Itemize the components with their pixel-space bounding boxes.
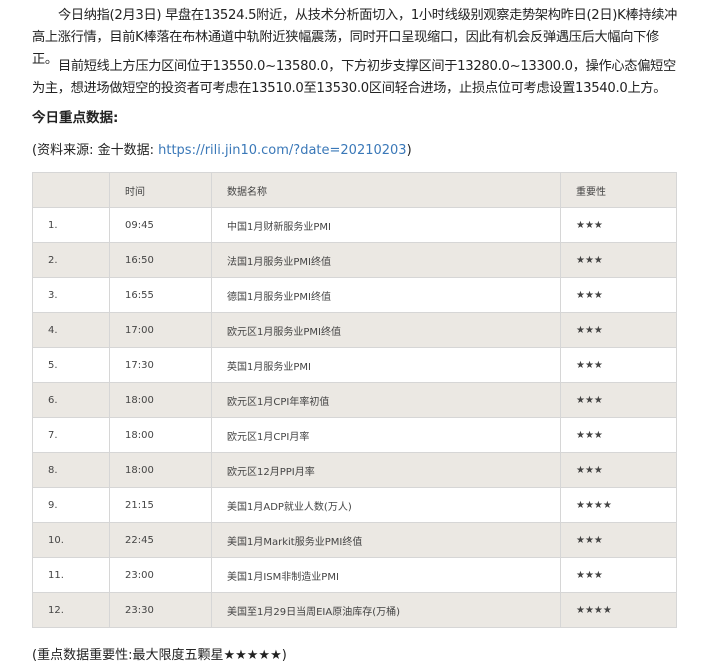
row-time: 16:50 (109, 242, 212, 278)
row-data-name: 德国1月服务业PMI终值 (211, 277, 561, 313)
source-prefix: (资料来源: 金十数据: (32, 143, 159, 158)
table-header-row: 时间 数据名称 重要性 (32, 172, 677, 208)
row-data-name: 欧元区1月CPI年率初值 (211, 382, 561, 418)
source-suffix: ) (406, 143, 412, 158)
table-row: 4. 17:00 欧元区1月服务业PMI终值 ★★★ (32, 312, 677, 348)
row-time: 18:00 (109, 417, 212, 453)
row-importance: ★★★ (560, 242, 677, 278)
row-importance: ★★★ (560, 347, 677, 383)
row-time: 21:15 (109, 487, 212, 523)
row-importance: ★★★★ (560, 592, 677, 628)
table-row: 1. 09:45 中国1月财新服务业PMI ★★★ (32, 207, 677, 243)
source-link[interactable]: https://rili.jin10.com/?date=20210203 (158, 143, 406, 158)
row-time: 17:00 (109, 312, 212, 348)
source-line: (资料来源: 金十数据: https://rili.jin10.com/?dat… (32, 139, 412, 158)
row-data-name: 美国至1月29日当周EIA原油库存(万桶) (211, 592, 561, 628)
row-time: 22:45 (109, 522, 212, 558)
header-data-name: 数据名称 (211, 172, 561, 208)
row-index: 8. (32, 452, 110, 488)
row-importance: ★★★ (560, 557, 677, 593)
row-data-name: 欧元区12月PPI月率 (211, 452, 561, 488)
table-row: 12. 23:30 美国至1月29日当周EIA原油库存(万桶) ★★★★ (32, 592, 677, 628)
article-page: 今日纳指(2月3日) 早盘在13524.5附近，从技术分析面切入，1小时线级别观… (0, 0, 719, 671)
row-index: 2. (32, 242, 110, 278)
row-importance: ★★★ (560, 312, 677, 348)
row-time: 23:00 (109, 557, 212, 593)
row-index: 3. (32, 277, 110, 313)
row-time: 23:30 (109, 592, 212, 628)
row-importance: ★★★ (560, 207, 677, 243)
row-index: 12. (32, 592, 110, 628)
row-data-name: 欧元区1月CPI月率 (211, 417, 561, 453)
row-index: 9. (32, 487, 110, 523)
row-data-name: 美国1月Markit服务业PMI终值 (211, 522, 561, 558)
row-data-name: 美国1月ISM非制造业PMI (211, 557, 561, 593)
row-index: 10. (32, 522, 110, 558)
row-index: 1. (32, 207, 110, 243)
table-row: 5. 17:30 英国1月服务业PMI ★★★ (32, 347, 677, 383)
economic-calendar-table: 时间 数据名称 重要性 1. 09:45 中国1月财新服务业PMI ★★★ 2. 16:5… (32, 172, 677, 628)
analysis-paragraph-2: 目前短线上方压力区间位于13550.0~13580.0，下方初步支撑区间于132… (32, 59, 676, 96)
header-importance: 重要性 (560, 172, 677, 208)
table-row: 7. 18:00 欧元区1月CPI月率 ★★★ (32, 417, 677, 453)
row-data-name: 中国1月财新服务业PMI (211, 207, 561, 243)
table-row: 6. 18:00 欧元区1月CPI年率初值 ★★★ (32, 382, 677, 418)
table-row: 9. 21:15 美国1月ADP就业人数(万人) ★★★★ (32, 487, 677, 523)
row-time: 18:00 (109, 452, 212, 488)
row-importance: ★★★★ (560, 487, 677, 523)
row-importance: ★★★ (560, 417, 677, 453)
row-data-name: 欧元区1月服务业PMI终值 (211, 312, 561, 348)
row-data-name: 法国1月服务业PMI终值 (211, 242, 561, 278)
table-row: 8. 18:00 欧元区12月PPI月率 ★★★ (32, 452, 677, 488)
header-time: 时间 (109, 172, 212, 208)
row-index: 7. (32, 417, 110, 453)
row-time: 16:55 (109, 277, 212, 313)
row-index: 6. (32, 382, 110, 418)
row-importance: ★★★ (560, 522, 677, 558)
row-index: 11. (32, 557, 110, 593)
importance-note: (重点数据重要性:最大限度五颗星★★★★★) (32, 648, 287, 663)
row-index: 4. (32, 312, 110, 348)
table-row: 3. 16:55 德国1月服务业PMI终值 ★★★ (32, 277, 677, 313)
table-row: 2. 16:50 法国1月服务业PMI终值 ★★★ (32, 242, 677, 278)
row-data-name: 英国1月服务业PMI (211, 347, 561, 383)
row-time: 18:00 (109, 382, 212, 418)
header-index (32, 172, 110, 208)
row-time: 17:30 (109, 347, 212, 383)
row-data-name: 美国1月ADP就业人数(万人) (211, 487, 561, 523)
row-importance: ★★★ (560, 277, 677, 313)
table-row: 10. 22:45 美国1月Markit服务业PMI终值 ★★★ (32, 522, 677, 558)
table-row: 11. 23:00 美国1月ISM非制造业PMI ★★★ (32, 557, 677, 593)
row-index: 5. (32, 347, 110, 383)
section-title: 今日重点数据: (32, 110, 119, 126)
row-importance: ★★★ (560, 452, 677, 488)
row-time: 09:45 (109, 207, 212, 243)
row-importance: ★★★ (560, 382, 677, 418)
